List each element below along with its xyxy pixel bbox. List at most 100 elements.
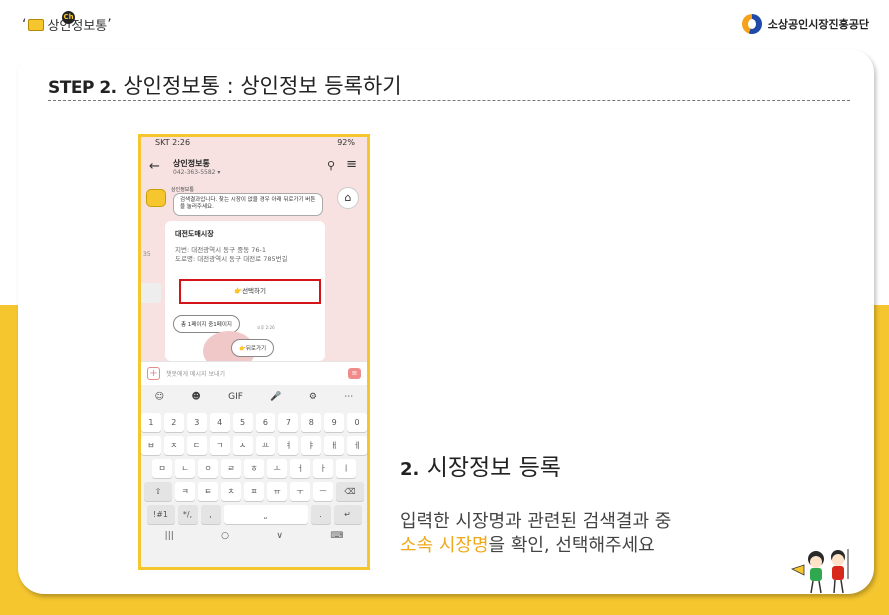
keyboard-key[interactable]: 2 xyxy=(163,413,184,432)
keyboard-key[interactable]: 3 xyxy=(186,413,207,432)
keyboard-row-1: ㅂㅈㄷㄱㅅㅛㅕㅑㅐㅔ xyxy=(141,436,367,455)
nav-button[interactable]: ∨ xyxy=(276,531,283,541)
keyboard-key[interactable]: ㅣ xyxy=(336,459,356,478)
keyboard-key[interactable]: ㅠ xyxy=(267,482,287,501)
quote-open: ‘ xyxy=(22,16,27,33)
nav-button[interactable]: ⌨ xyxy=(330,531,343,541)
search-result-bubble: 검색결과입니다. 찾는 시장이 없을 경우 아래 뒤로가기 버튼을 눌러주세요. xyxy=(173,193,323,216)
phone-screenshot: SKT 2:26 92% ← 상인정보통 042-363-5582 ▾ ⚲ ≡ … xyxy=(138,134,370,570)
keyboard-toolbar: ☺ ☻ GIF 🎤 ⚙ ⋯ xyxy=(141,385,367,409)
keyboard-key[interactable]: ㄹ xyxy=(221,459,241,478)
keyboard-key[interactable]: , xyxy=(200,505,221,524)
keyboard-row-2: ㅁㄴㅇㄹㅎㅗㅓㅏㅣ xyxy=(141,459,367,478)
page-title: STEP 2. 상인정보통 : 상인정보 등록하기 xyxy=(48,70,402,100)
message-input[interactable]: 챗봇에게 메시지 보내기 xyxy=(166,369,348,378)
org-name: 소상공인시장진흥공단 xyxy=(767,18,869,31)
keyboard-key[interactable]: ㅂ xyxy=(141,436,161,455)
keyboard-key[interactable]: . xyxy=(310,505,331,524)
app-logo-text: 상인정보통 xyxy=(47,19,108,34)
market-name: 대전도매시장 xyxy=(175,230,214,238)
keyboard-key[interactable]: ㅇ xyxy=(198,459,218,478)
keyboard-number-row: 1234567890 xyxy=(141,413,367,432)
keyboard-key[interactable]: ㅔ xyxy=(347,436,367,455)
keyboard-tool-icon[interactable]: GIF xyxy=(228,392,243,402)
keyboard-key[interactable]: 6 xyxy=(255,413,276,432)
keyboard-tool-icon[interactable]: ⚙ xyxy=(309,392,317,402)
title-divider xyxy=(48,100,850,101)
keyboard-tool-icon[interactable]: ☻ xyxy=(191,392,200,402)
keyboard-tool-icon[interactable]: ☺ xyxy=(155,392,164,402)
message-time: 오후 2:26 xyxy=(257,325,275,330)
keyboard-key[interactable]: ㅛ xyxy=(255,436,276,455)
address-lot: 지번: 대전광역시 동구 중동 76-1 xyxy=(175,246,266,254)
desc-line-2-rest: 을 확인, 선택해주세요 xyxy=(488,535,655,557)
back-button[interactable]: 👉뒤로가기 xyxy=(231,339,275,357)
navigation-bar: ||| ○ ∨ ⌨ xyxy=(141,531,367,541)
bot-name: 상인정보통 xyxy=(171,187,195,193)
keyboard-key[interactable]: ㅡ xyxy=(313,482,333,501)
nav-button[interactable]: ○ xyxy=(221,531,229,541)
section-description: 입력한 시장명과 관련된 검색결과 중 소속 시장명을 확인, 선택해주세요 xyxy=(400,510,671,559)
keyboard-key[interactable]: ㅕ xyxy=(278,436,299,455)
keyboard-key[interactable]: ↵ xyxy=(333,505,362,524)
market-address: 지번: 대전광역시 동구 중동 76-1 도로명: 대전광역시 동구 대전로 7… xyxy=(175,246,315,264)
keyboard-key[interactable]: 5 xyxy=(232,413,253,432)
keyboard: ☺ ☻ GIF 🎤 ⚙ ⋯ 1234567890 ㅂㅈㄷㄱㅅㅛㅕㅑㅐㅔ ㅁㄴㅇㄹㅎㅗㅓㅏㅣ… xyxy=(141,385,367,567)
desc-line-1: 입력한 시장명과 관련된 검색결과 중 xyxy=(400,511,672,532)
back-arrow-icon[interactable]: ← xyxy=(149,159,169,174)
keyboard-key[interactable]: ⌫ xyxy=(336,482,364,501)
keyboard-key[interactable]: 7 xyxy=(278,413,299,432)
keyboard-key[interactable]: ㅏ xyxy=(313,459,333,478)
nav-button[interactable]: ||| xyxy=(165,531,174,541)
address-road: 도로명: 대전광역시 동구 대전로 785번길 xyxy=(175,254,288,263)
chat-app-bar: ← 상인정보통 042-363-5582 ▾ ⚲ ≡ xyxy=(141,150,367,183)
keyboard-key[interactable]: 8 xyxy=(301,413,322,432)
chat-phone-number[interactable]: 042-363-5582 ▾ xyxy=(173,169,220,176)
keyboard-tool-icon[interactable]: ⋯ xyxy=(344,392,353,402)
section-number: 2. xyxy=(400,459,420,480)
keyboard-key[interactable]: */, xyxy=(177,505,198,524)
home-icon[interactable]: ⌂ xyxy=(337,187,359,209)
search-icon[interactable]: ⚲ xyxy=(327,159,335,172)
keyboard-key[interactable]: ㅅ xyxy=(232,436,253,455)
send-icon[interactable]: ≡ xyxy=(348,368,361,379)
keyboard-key[interactable]: ㅌ xyxy=(198,482,218,501)
keyboard-key[interactable]: ㅍ xyxy=(244,482,264,501)
keyboard-key[interactable]: ㅁ xyxy=(152,459,172,478)
menu-icon[interactable]: ≡ xyxy=(346,157,357,172)
keyboard-tool-icon[interactable]: 🎤 xyxy=(270,392,281,402)
keyboard-row-3: ⇧ ㅋㅌㅊㅍㅠㅜㅡ ⌫ xyxy=(141,482,367,501)
keyboard-key[interactable]: 4 xyxy=(209,413,230,432)
keyboard-key[interactable]: ㄷ xyxy=(186,436,207,455)
keyboard-key[interactable]: ⎵ xyxy=(223,505,308,524)
org-logo-icon xyxy=(741,14,762,34)
plus-icon[interactable]: + xyxy=(147,367,160,380)
keyboard-key[interactable]: ㄴ xyxy=(175,459,195,478)
keyboard-key[interactable]: ㅎ xyxy=(244,459,264,478)
keyboard-key[interactable]: 9 xyxy=(324,413,345,432)
bot-avatar xyxy=(146,189,166,207)
app-logo: ‘ Ch 상인정보통 ’ xyxy=(22,11,114,34)
keyboard-key[interactable]: 0 xyxy=(347,413,367,432)
section-title-text: 시장정보 등록 xyxy=(426,455,561,481)
keyboard-key[interactable]: ㅊ xyxy=(221,482,241,501)
side-card[interactable] xyxy=(141,283,161,303)
select-button[interactable]: 👉선택하기 xyxy=(179,279,321,304)
desc-line-2: 소속 시장명을 확인, 선택해주세요 xyxy=(400,534,671,558)
step-label: STEP 2. xyxy=(48,78,117,98)
keyboard-key[interactable]: ⇧ xyxy=(144,482,172,501)
keyboard-key[interactable]: ㅐ xyxy=(324,436,345,455)
keyboard-key[interactable]: ㅈ xyxy=(163,436,184,455)
keyboard-key[interactable]: ㅑ xyxy=(301,436,322,455)
keyboard-key[interactable]: !#1 xyxy=(146,505,175,524)
chat-area: 상인정보통 검색결과입니다. 찾는 시장이 없을 경우 아래 뒤로가기 버튼을 … xyxy=(141,183,367,371)
keyboard-key[interactable]: 1 xyxy=(141,413,161,432)
status-battery: 92% xyxy=(337,138,355,147)
keyboard-key[interactable]: ㅓ xyxy=(290,459,310,478)
quote-close: ’ xyxy=(107,16,112,33)
keyboard-key[interactable]: ㄱ xyxy=(209,436,230,455)
keyboard-key[interactable]: ㅗ xyxy=(267,459,287,478)
keyboard-key[interactable]: ㅋ xyxy=(175,482,195,501)
org-logo: 소상공인시장진흥공단 xyxy=(741,14,869,34)
keyboard-key[interactable]: ㅜ xyxy=(290,482,310,501)
